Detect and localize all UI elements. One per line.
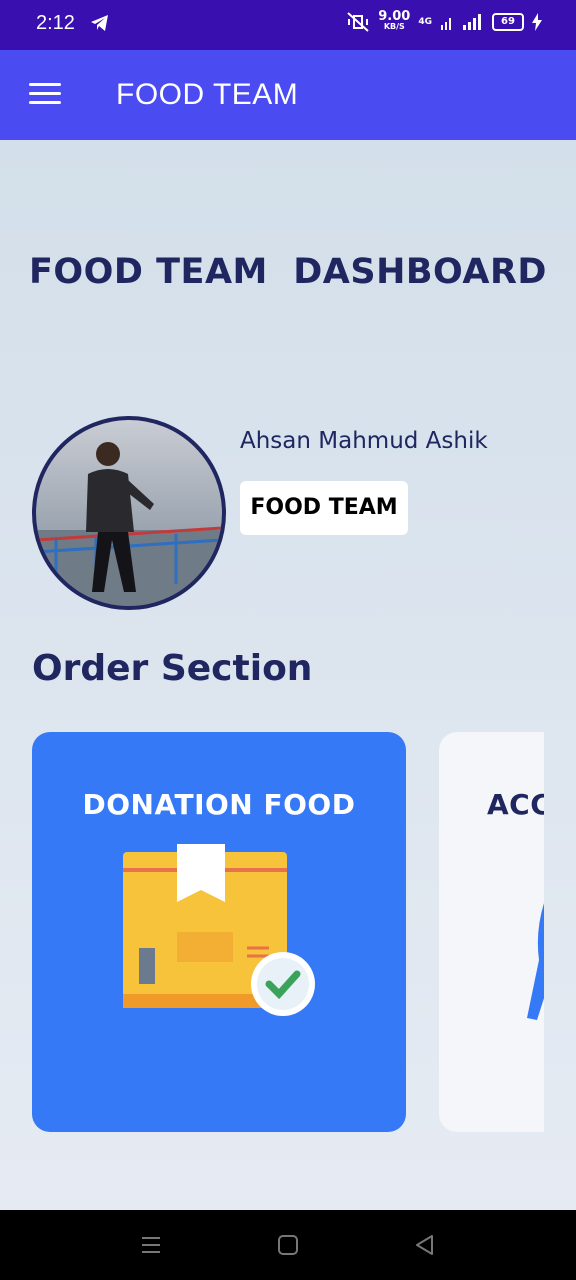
status-time: 2:12: [36, 12, 75, 34]
hamburger-menu-icon[interactable]: [29, 83, 61, 105]
home-icon[interactable]: [277, 1234, 299, 1256]
charging-icon: [532, 13, 542, 31]
battery-icon: 69: [492, 13, 524, 31]
dashboard-content: FOOD TEAM DASHBOARD Ahsan Mahmud Ashik F…: [0, 140, 576, 1210]
profile-photo: [36, 442, 222, 606]
telegram-icon: [91, 15, 108, 31]
role-badge: FOOD TEAM: [240, 481, 408, 535]
user-name: Ahsan Mahmud Ashik: [240, 428, 488, 454]
net-speed-unit: KB/S: [383, 22, 405, 31]
avatar: [32, 416, 226, 610]
back-icon[interactable]: [414, 1234, 436, 1256]
app-title: FOOD TEAM: [116, 78, 299, 111]
recent-apps-icon[interactable]: [140, 1234, 162, 1256]
status-bar: 2:12 9.00 KB/S 4G 69: [0, 0, 576, 50]
app-bar: FOOD TEAM: [0, 50, 576, 140]
system-nav-bar: [0, 1210, 576, 1280]
signal-icon-2: [463, 14, 481, 30]
person-icon: [527, 903, 544, 1020]
accepted-food-card[interactable]: ACCEPTED FOOD: [439, 732, 544, 1132]
net-speed-value: 9.00: [378, 9, 411, 24]
status-icons: 9.00 KB/S 4G 69: [346, 9, 542, 32]
page-title: FOOD TEAM DASHBOARD: [29, 252, 547, 292]
mute-vibrate-icon: [347, 12, 369, 32]
donation-food-title: DONATION FOOD: [82, 788, 356, 821]
order-cards-carousel[interactable]: DONATION FOOD ACCEPTED FOOD: [0, 732, 544, 1134]
donation-food-card[interactable]: DONATION FOOD: [32, 732, 406, 1132]
net-speed: 9.00 KB/S: [378, 9, 411, 32]
accepted-food-title: ACCEPTED FOOD: [487, 788, 544, 821]
package-check-icon: [123, 844, 315, 1016]
signal-icon-1: [441, 18, 451, 30]
network-type: 4G: [418, 17, 432, 27]
section-title: Order Section: [32, 648, 313, 689]
